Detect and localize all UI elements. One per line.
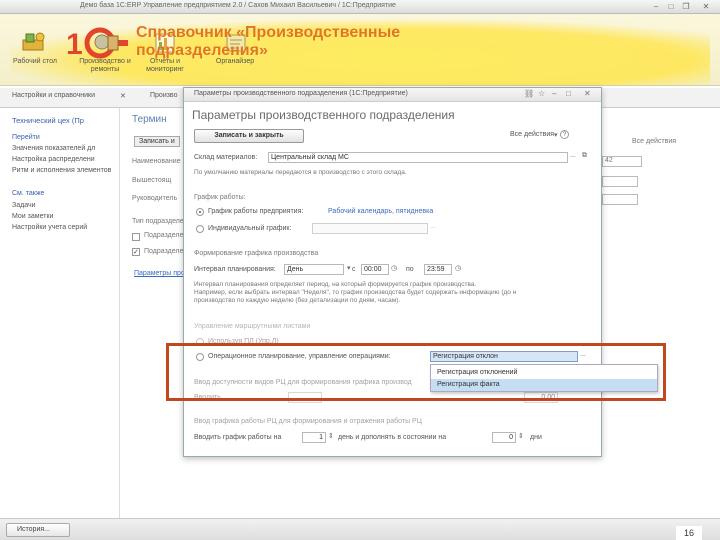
- dialog-close-icon[interactable]: ✕: [584, 89, 591, 98]
- planning-note-line: Интервал планирования определяет период,…: [194, 281, 477, 288]
- dialog-window-title: Параметры производственного подразделени…: [194, 90, 408, 97]
- individual-schedule-field[interactable]: [312, 223, 428, 234]
- dialog-minimize-icon[interactable]: –: [552, 89, 556, 98]
- planning-section: Формирование графика производства: [194, 250, 319, 257]
- bg-form-title: Термин: [132, 114, 167, 125]
- slide-title: Справочник «Производственные подразделен…: [136, 24, 401, 59]
- page-number: 16: [676, 526, 702, 540]
- params-dialog: Параметры производственного подразделени…: [183, 87, 602, 457]
- tab-close-icon[interactable]: ✕: [120, 92, 126, 100]
- radio-enterprise-schedule[interactable]: [196, 208, 204, 216]
- tab-settings[interactable]: Настройки и справочники: [12, 92, 95, 99]
- nav-item[interactable]: Задачи: [12, 202, 36, 209]
- days-mid-label: день и дополнять в состоянии на: [338, 434, 447, 441]
- ribbon-label: Отчеты и мониторинг: [146, 58, 184, 73]
- nav-item[interactable]: Ритм и исполнения элементов: [12, 167, 111, 174]
- bg-field[interactable]: [602, 176, 638, 187]
- schedule-section: График работы:: [194, 194, 246, 201]
- materials-field[interactable]: Центральный склад МС: [268, 152, 568, 163]
- materials-label: Склад материалов:: [194, 154, 258, 161]
- bg-row-label: Руководитель: [132, 195, 178, 202]
- interval-label: Интервал планирования:: [194, 266, 276, 273]
- interval-field[interactable]: День: [284, 264, 344, 275]
- to-label: по: [406, 266, 414, 273]
- ribbon-reports-button[interactable]: Отчеты и мониторинг: [136, 58, 194, 74]
- left-panel: Технический цех (Пр Перейти Значения пок…: [0, 108, 120, 518]
- dialog-maximize-icon[interactable]: □: [566, 89, 571, 98]
- history-button[interactable]: История...: [6, 523, 70, 537]
- window-title: Демо база 1С:ERP Управление предприятием…: [80, 2, 396, 9]
- input-schedule-label: Вводить график работы на: [194, 434, 282, 441]
- schedule-rc-text: Ввод графика работы РЦ для формирования …: [194, 418, 422, 425]
- days-field-2[interactable]: 0: [492, 432, 516, 443]
- select-ellipsis-icon[interactable]: ...: [430, 223, 436, 230]
- ribbon-production-button[interactable]: Производство и ремонты: [76, 58, 134, 74]
- svg-text:1: 1: [66, 28, 83, 60]
- app-titlebar: Демо база 1С:ERP Управление предприятием…: [0, 0, 720, 14]
- bg-checkbox[interactable]: [132, 233, 140, 241]
- bg-save-button[interactable]: Записать и: [134, 136, 180, 147]
- close-icon[interactable]: ✕: [700, 1, 712, 12]
- ribbon-label: Производство и ремонты: [79, 58, 131, 73]
- planning-note-line: Например, если выбрать интервал "Неделя"…: [194, 289, 517, 296]
- open-icon[interactable]: ⧉: [582, 152, 587, 160]
- usage-section: Управление маршрутными листами: [194, 323, 311, 330]
- stepper-icon[interactable]: ⇕: [328, 432, 334, 440]
- chevron-down-icon[interactable]: ▾: [554, 131, 558, 139]
- help-icon[interactable]: ?: [560, 130, 569, 139]
- time-picker-icon[interactable]: ◷: [391, 264, 397, 272]
- bg-checkbox-checked[interactable]: ✓: [132, 248, 140, 256]
- ribbon-desktop-button[interactable]: Рабочий стол: [6, 58, 64, 66]
- stepper-icon[interactable]: ⇕: [518, 432, 524, 440]
- bg-row-label: Наименование: [132, 158, 181, 165]
- planning-note-line: производство по каждую неделю (без детал…: [194, 297, 401, 304]
- production-icon: [94, 34, 119, 51]
- tab-production[interactable]: Произво: [150, 92, 177, 99]
- bg-number-field[interactable]: 42: [602, 156, 642, 167]
- maximize-icon[interactable]: □: [665, 1, 677, 12]
- from-time-field[interactable]: 00:00: [361, 264, 389, 275]
- desktop-icon: [22, 32, 45, 51]
- days-end-label: дни: [530, 434, 542, 441]
- radio-individual-schedule[interactable]: [196, 225, 204, 233]
- nav-item[interactable]: Мои заметки: [12, 213, 53, 220]
- time-picker-icon[interactable]: ◷: [455, 264, 461, 272]
- from-label: с: [352, 266, 356, 273]
- dialog-header: Параметры производственного подразделени…: [192, 108, 455, 122]
- dialog-star-icon[interactable]: ☆: [538, 89, 545, 98]
- ribbon-label: Рабочий стол: [13, 58, 57, 65]
- status-bar: История...: [0, 518, 720, 540]
- bg-field[interactable]: [602, 194, 638, 205]
- minimize-icon[interactable]: –: [650, 1, 662, 12]
- restore-icon[interactable]: ❐: [680, 1, 692, 12]
- bg-all-actions[interactable]: Все действия: [632, 138, 676, 145]
- select-ellipsis-icon[interactable]: ...: [570, 152, 576, 159]
- go-header: Перейти: [12, 134, 40, 141]
- highlight-frame: [166, 343, 666, 401]
- nav-item[interactable]: Значения показателей дл: [12, 145, 95, 152]
- days-field[interactable]: 1: [302, 432, 326, 443]
- to-time-field[interactable]: 23:59: [424, 264, 452, 275]
- radio-individual-label: Индивидуальный график:: [208, 225, 292, 232]
- chevron-down-icon[interactable]: ▾: [347, 264, 351, 272]
- all-actions-menu[interactable]: Все действия: [510, 131, 554, 138]
- dialog-link-icon[interactable]: ⛓: [524, 89, 534, 98]
- materials-note: По умолчанию материалы передаются в прои…: [194, 169, 407, 176]
- radio-enterprise-label: График работы предприятия:: [208, 208, 304, 215]
- save-and-close-button[interactable]: Записать и закрыть: [194, 129, 304, 143]
- section-ribbon: 1 Рабочий стол Производство и ремонты От…: [0, 14, 720, 86]
- dialog-titlebar: Параметры производственного подразделени…: [184, 88, 601, 102]
- bg-row-label: Вышестоящ: [132, 177, 172, 184]
- object-title: Технический цех (Пр: [12, 116, 84, 125]
- see-also-header: См. также: [12, 190, 45, 197]
- nav-item[interactable]: Настройки учета серий: [12, 224, 87, 231]
- enterprise-calendar-link[interactable]: Рабочий календарь, пятидневка: [328, 208, 433, 215]
- nav-item[interactable]: Настройка распределени: [12, 156, 95, 163]
